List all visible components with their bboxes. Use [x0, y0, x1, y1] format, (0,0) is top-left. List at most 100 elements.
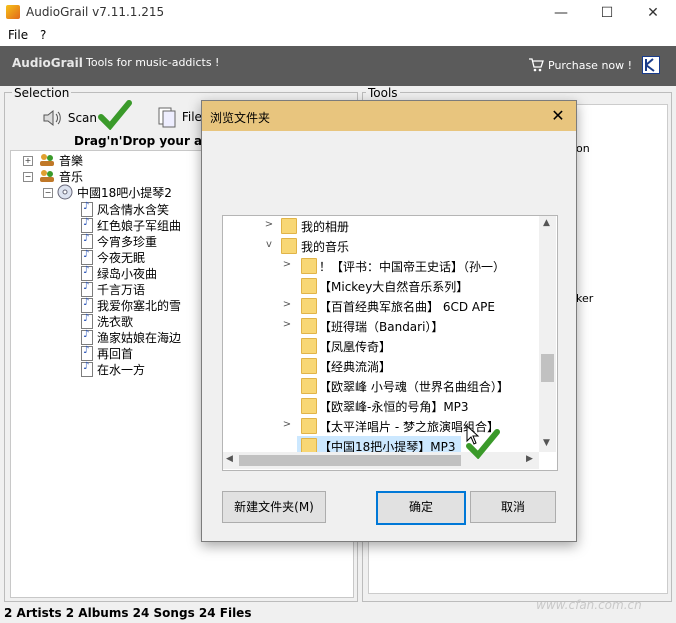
menu-bar — [0, 26, 676, 46]
chevron-right-icon[interactable]: > — [281, 419, 293, 430]
scroll-up-icon[interactable]: ▲ — [543, 218, 550, 228]
scan-label: Scan — [67, 111, 98, 125]
watermark: www.cfan.com.cn — [536, 598, 642, 612]
speaker-icon — [43, 109, 61, 127]
folder-icon — [301, 298, 317, 314]
song-file-icon — [81, 361, 93, 377]
song-file-icon — [81, 265, 93, 281]
folder-label: 我的相册 — [301, 220, 350, 234]
tools-item-fragment[interactable]: ker — [576, 292, 593, 305]
banner-brand: AudioGrail — [12, 56, 83, 70]
chevron-right-icon[interactable]: > — [281, 299, 293, 310]
tree-song[interactable]: 红色娘子军组曲 — [97, 217, 181, 234]
purchase-link[interactable]: Purchase now ! — [548, 59, 632, 72]
folder-label: 我的音乐 — [301, 240, 350, 254]
chevron-down-icon[interactable]: v — [263, 239, 275, 250]
folder-label: 【凤凰传奇】 — [319, 340, 392, 354]
close-button[interactable]: ✕ — [630, 0, 676, 26]
dialog-close-button[interactable]: ✕ — [546, 105, 570, 127]
collapse-toggle[interactable]: − — [43, 188, 53, 198]
folder-icon — [301, 318, 317, 334]
checkmark-icon — [466, 429, 500, 459]
browse-folder-dialog: 浏览文件夹 ✕ > 我的相册 v 我的音乐 > ！【评书：中国帝王史话】（孙一）… — [201, 100, 577, 542]
song-file-icon — [81, 233, 93, 249]
chevron-right-icon[interactable]: > — [263, 219, 275, 230]
folder-label: 【欧翠峰-永恒的号角】MP3 — [319, 400, 469, 414]
folder-icon — [301, 338, 317, 354]
tools-label: Tools — [366, 86, 400, 100]
folder-icon — [281, 238, 297, 254]
menu-help[interactable]: ? — [40, 28, 46, 42]
tree-song[interactable]: 今宵多珍重 — [97, 233, 157, 250]
folder-icon — [301, 278, 317, 294]
song-file-icon — [81, 217, 93, 233]
scroll-right-icon[interactable]: ▶ — [526, 454, 533, 464]
song-file-icon — [81, 201, 93, 217]
tree-song[interactable]: 我爱你塞北的雪 — [97, 297, 181, 314]
song-file-icon — [81, 313, 93, 329]
new-folder-button[interactable]: 新建文件夹(M) — [222, 491, 326, 523]
folder-row[interactable]: > 我的相册 — [223, 216, 539, 236]
folder-icon — [301, 378, 317, 394]
folder-icon — [281, 218, 297, 234]
tree-artist[interactable]: 音乐 — [59, 168, 83, 185]
horizontal-scroll-thumb[interactable] — [239, 455, 461, 466]
vertical-scroll-thumb[interactable] — [541, 354, 554, 382]
tree-song[interactable]: 今夜无眠 — [97, 249, 145, 266]
chevron-right-icon[interactable]: > — [281, 319, 293, 330]
folder-label: ！【评书：中国帝王史话】（孙一） — [319, 260, 506, 274]
vertical-scrollbar[interactable]: ▲ ▼ — [539, 216, 556, 452]
folder-row[interactable]: 【Mickey大自然音乐系列】 — [223, 276, 539, 296]
song-file-icon — [81, 345, 93, 361]
tree-song[interactable]: 洗衣歌 — [97, 313, 133, 330]
selection-label: Selection — [12, 86, 72, 100]
folder-row[interactable]: 【欧翠峰 小号魂（世界名曲组合）】 — [223, 376, 539, 396]
scroll-left-icon[interactable]: ◀ — [226, 454, 233, 464]
tools-item-fragment[interactable]: on — [576, 142, 590, 155]
cancel-button[interactable]: 取消 — [470, 491, 556, 523]
folder-row[interactable]: v 我的音乐 — [223, 236, 539, 256]
tree-song[interactable]: 风含情水含笑 — [97, 201, 169, 218]
checkmark-icon — [98, 100, 132, 130]
tree-song[interactable]: 在水一方 — [97, 361, 145, 378]
scroll-down-icon[interactable]: ▼ — [543, 438, 550, 448]
app-logo-icon — [6, 5, 20, 19]
tree-album[interactable]: 中國18吧小提琴2 — [77, 184, 172, 201]
folder-row[interactable]: > ！【评书：中国帝王史话】（孙一） — [223, 256, 539, 276]
folder-tree[interactable]: > 我的相册 v 我的音乐 > ！【评书：中国帝王史话】（孙一） 【Mickey… — [222, 215, 558, 471]
collapse-toggle[interactable]: − — [23, 172, 33, 182]
song-file-icon — [81, 281, 93, 297]
folder-row[interactable]: > 【百首经典军旅名曲】 6CD APE — [223, 296, 539, 316]
folder-label: 【班得瑞（Bandari）】 — [319, 320, 444, 334]
song-file-icon — [81, 329, 93, 345]
ok-button[interactable]: 确定 — [376, 491, 466, 525]
tree-song[interactable]: 千言万语 — [97, 281, 145, 298]
status-bar: 2 Artists 2 Albums 24 Songs 24 Files — [4, 606, 252, 620]
tree-song[interactable]: 再回首 — [97, 345, 133, 362]
folder-label: 【Mickey大自然音乐系列】 — [319, 280, 469, 294]
tree-song[interactable]: 渔家姑娘在海边 — [97, 329, 181, 346]
tree-artist[interactable]: 音樂 — [59, 152, 83, 169]
banner-tagline: Tools for music-addicts ! — [86, 56, 220, 69]
window-title: AudioGrail v7.11.1.215 — [26, 5, 165, 19]
files-icon — [158, 107, 176, 128]
maximize-button[interactable]: ☐ — [584, 0, 630, 26]
artist-icon — [40, 170, 54, 182]
minimize-button[interactable]: — — [538, 0, 584, 26]
folder-icon — [301, 258, 317, 274]
tree-song[interactable]: 绿岛小夜曲 — [97, 265, 157, 282]
cart-icon[interactable] — [528, 58, 544, 72]
folder-row[interactable]: 【经典流淌】 — [223, 356, 539, 376]
folder-row[interactable]: 【欧翠峰-永恒的号角】MP3 — [223, 396, 539, 416]
dialog-title: 浏览文件夹 — [210, 111, 271, 125]
menu-file[interactable]: File — [8, 28, 28, 42]
song-file-icon — [81, 249, 93, 265]
folder-row[interactable]: 【凤凰传奇】 — [223, 336, 539, 356]
folder-icon — [301, 358, 317, 374]
folder-icon — [301, 398, 317, 414]
expand-toggle[interactable]: + — [23, 156, 33, 166]
scan-button[interactable]: Scan — [42, 108, 97, 128]
publisher-logo-icon[interactable] — [642, 56, 660, 74]
chevron-right-icon[interactable]: > — [281, 259, 293, 270]
folder-row[interactable]: > 【班得瑞（Bandari）】 — [223, 316, 539, 336]
